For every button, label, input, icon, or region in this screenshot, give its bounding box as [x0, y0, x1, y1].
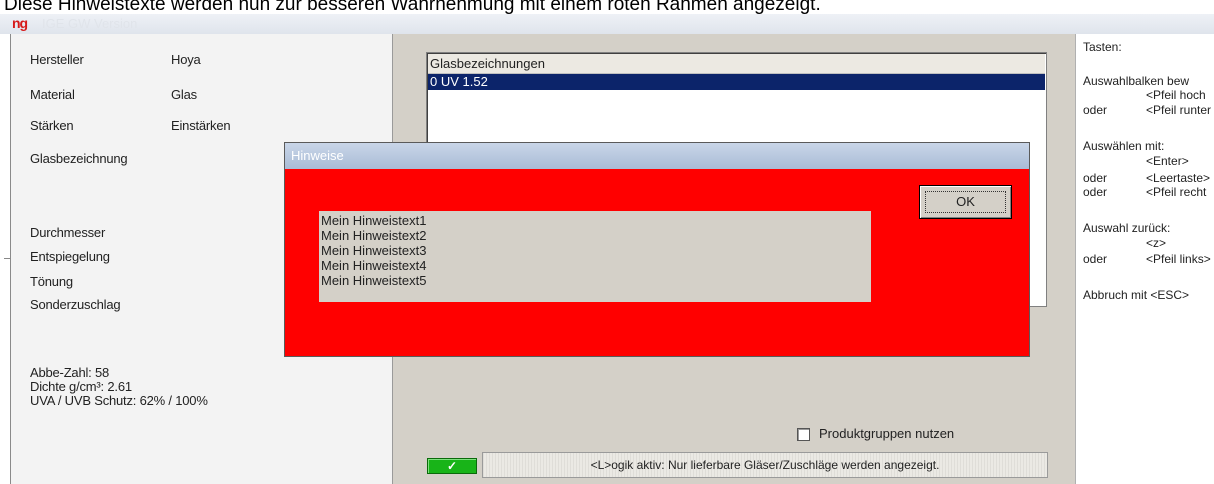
status-bar: <L>ogik aktiv: Nur lieferbare Gläser/Zus… [482, 452, 1048, 478]
app-title: IGE GW Version [42, 16, 138, 31]
value-hersteller: Hoya [171, 52, 201, 67]
hinweise-dialog: Hinweise OK Mein Hinweistext1 Mein Hinwe… [284, 142, 1030, 357]
hint-line: Mein Hinweistext4 [321, 258, 427, 273]
help-line: oder [1083, 171, 1108, 185]
hint-line: Mein Hinweistext1 [321, 213, 427, 228]
ok-focus-rect [925, 191, 1006, 213]
help-line: Abbruch mit <ESC> [1083, 288, 1190, 302]
hint-text-box: Mein Hinweistext1 Mein Hinweistext2 Mein… [319, 211, 871, 302]
produktgruppen-checkbox[interactable] [797, 428, 810, 441]
hint-line: Mein Hinweistext3 [321, 243, 427, 258]
help-line: <Enter> [1146, 154, 1189, 168]
help-title: Tasten: [1083, 40, 1122, 54]
help-line: oder [1083, 185, 1108, 199]
help-line: Auswählen mit: [1083, 139, 1165, 153]
option-durchmesser[interactable]: Durchmesser [30, 225, 105, 240]
option-toenung[interactable]: Tönung [30, 274, 73, 289]
option-entspiegelung[interactable]: Entspiegelung [30, 249, 110, 264]
list-row-selected[interactable]: 0 UV 1.52 [428, 74, 1045, 90]
value-staerken: Einstärken [171, 118, 231, 133]
value-material: Glas [171, 87, 197, 102]
dialog-body: OK Mein Hinweistext1 Mein Hinweistext2 M… [285, 169, 1029, 356]
produktgruppen-label[interactable]: Produktgruppen nutzen [819, 426, 954, 441]
help-line: <Pfeil links> [1146, 252, 1211, 266]
help-line: Auswahlbalken bew [1083, 74, 1190, 88]
label-staerken: Stärken [30, 118, 74, 133]
help-line: Auswahl zurück: [1083, 221, 1171, 235]
label-material: Material [30, 87, 75, 102]
info-uv-schutz: UVA / UVB Schutz: 62% / 100% [30, 393, 208, 408]
list-header-glasbezeichnungen[interactable]: Glasbezeichnungen [428, 54, 1045, 74]
hint-line: Mein Hinweistext2 [321, 228, 427, 243]
option-sonderzuschlag[interactable]: Sonderzuschlag [30, 297, 121, 312]
app-logo: ng [12, 15, 28, 31]
help-line: <Pfeil hoch [1146, 88, 1206, 102]
logic-active-check-icon[interactable]: ✓ [427, 458, 477, 474]
app-titlebar [0, 14, 1214, 34]
help-line: <z> [1146, 236, 1167, 250]
dialog-title[interactable]: Hinweise [285, 143, 1029, 169]
info-dichte: Dichte g/cm³: 2.61 [30, 379, 132, 394]
help-line: oder [1083, 103, 1108, 117]
help-line: <Pfeil runter [1146, 103, 1212, 117]
label-hersteller: Hersteller [30, 52, 84, 67]
label-glasbezeichnung: Glasbezeichnung [30, 151, 128, 166]
ok-button[interactable]: OK [919, 185, 1012, 219]
help-line: <Pfeil recht [1146, 185, 1207, 199]
panel-divider [4, 258, 10, 259]
help-line: oder [1083, 252, 1108, 266]
help-line: <Leertaste> [1146, 171, 1211, 185]
hint-line: Mein Hinweistext5 [321, 273, 427, 288]
info-abbe: Abbe-Zahl: 58 [30, 365, 110, 380]
